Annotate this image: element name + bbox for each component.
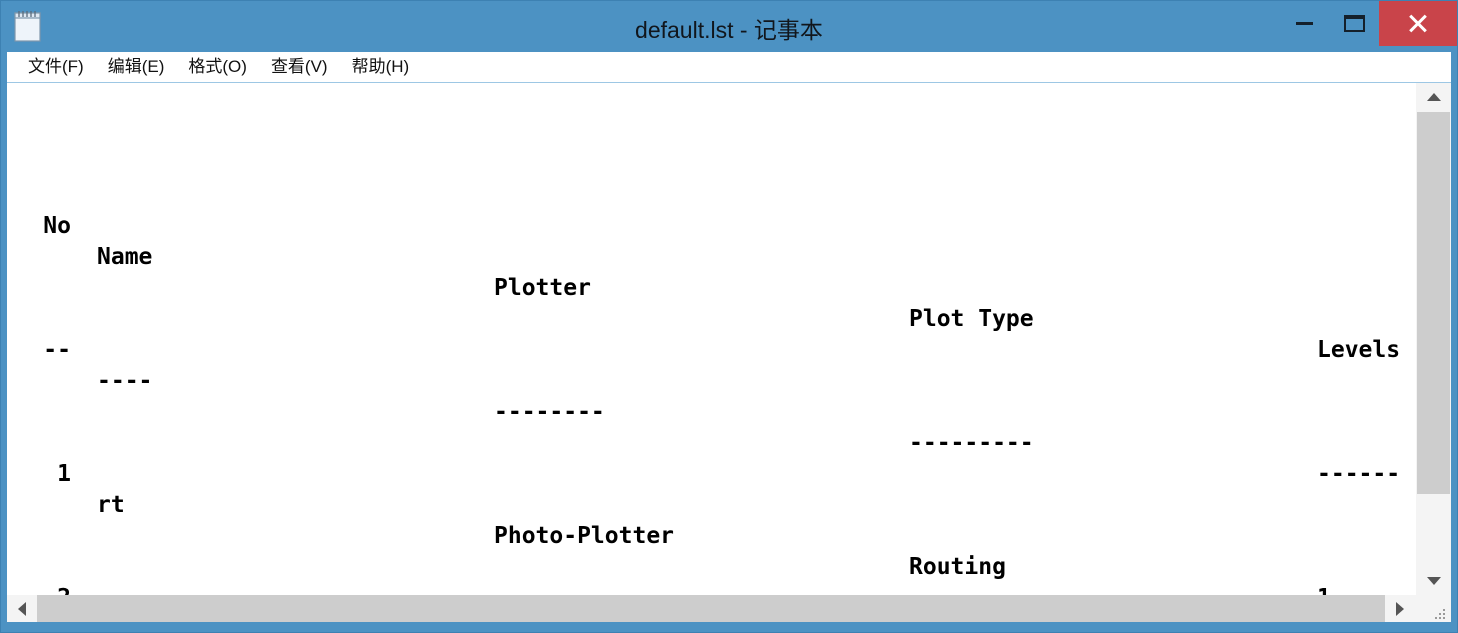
window-controls [1279,1,1457,46]
window-title: default.lst - 记事本 [1,11,1457,45]
menu-bar: 文件(F) 编辑(E) 格式(O) 查看(V) 帮助(H) [7,52,1451,83]
chevron-right-icon [1396,602,1404,616]
menu-item-help[interactable]: 帮助(H) [340,52,422,82]
title-bar[interactable]: default.lst - 记事本 [1,1,1457,52]
rule-name: ---- [97,366,152,397]
menu-item-view[interactable]: 查看(V) [259,52,340,82]
cell-no: 1 [11,459,71,490]
maximize-icon [1344,15,1365,32]
chevron-down-icon [1427,577,1441,585]
menu-item-file[interactable]: 文件(F) [16,52,96,82]
table-row: 1 rt Photo-Plotter Routing 1 [9,428,1415,459]
document-text: No Name Plotter Plot Type Levels -- ----… [7,83,1415,595]
resize-grip[interactable] [1415,595,1451,622]
scroll-down-button[interactable] [1416,567,1451,595]
close-icon [1407,13,1429,35]
scroll-right-button[interactable] [1385,595,1415,622]
minimize-button[interactable] [1279,1,1329,46]
chevron-up-icon [1427,93,1441,101]
header-row: No Name Plotter Plot Type Levels [9,180,1415,211]
notepad-window: default.lst - 记事本 文件(F) 编辑(E) 格式(O) 查看(V… [0,0,1458,633]
menu-item-edit[interactable]: 编辑(E) [96,52,177,82]
menu-item-format[interactable]: 格式(O) [176,52,259,82]
cell-no: 2 [11,583,71,595]
vertical-scrollbar-thumb[interactable] [1417,112,1450,494]
rule-levels: ------ [1317,459,1400,490]
text-area[interactable]: No Name Plotter Plot Type Levels -- ----… [7,83,1415,595]
vertical-scrollbar[interactable] [1415,83,1451,595]
rule-no: -- [11,335,71,366]
cell-levels: 1 [1317,583,1357,595]
maximize-button[interactable] [1329,1,1379,46]
table-row: 2 sst Photo-Plotter Silkscreen Top 126 [9,552,1415,583]
chevron-left-icon [18,602,26,616]
editor-frame: No Name Plotter Plot Type Levels -- ----… [7,83,1451,622]
cell-level-1: 1 [1317,583,1357,595]
scroll-up-button[interactable] [1416,83,1451,111]
scroll-left-button[interactable] [7,595,37,622]
rule-plotter: -------- [494,397,605,428]
cell-name: rt [97,490,125,521]
cell-plotter: Photo-Plotter [494,521,674,552]
header-levels: Levels [1317,335,1400,366]
header-plotter: Plotter [494,273,591,304]
resize-grip-icon [1415,595,1451,622]
horizontal-scrollbar[interactable] [7,595,1415,622]
header-no: No [11,211,71,242]
minimize-icon [1296,22,1313,25]
close-button[interactable] [1379,1,1457,46]
header-rule-row: -- ---- -------- --------- ------ [9,304,1415,335]
header-name: Name [97,242,152,273]
horizontal-scrollbar-thumb[interactable] [37,595,1385,622]
